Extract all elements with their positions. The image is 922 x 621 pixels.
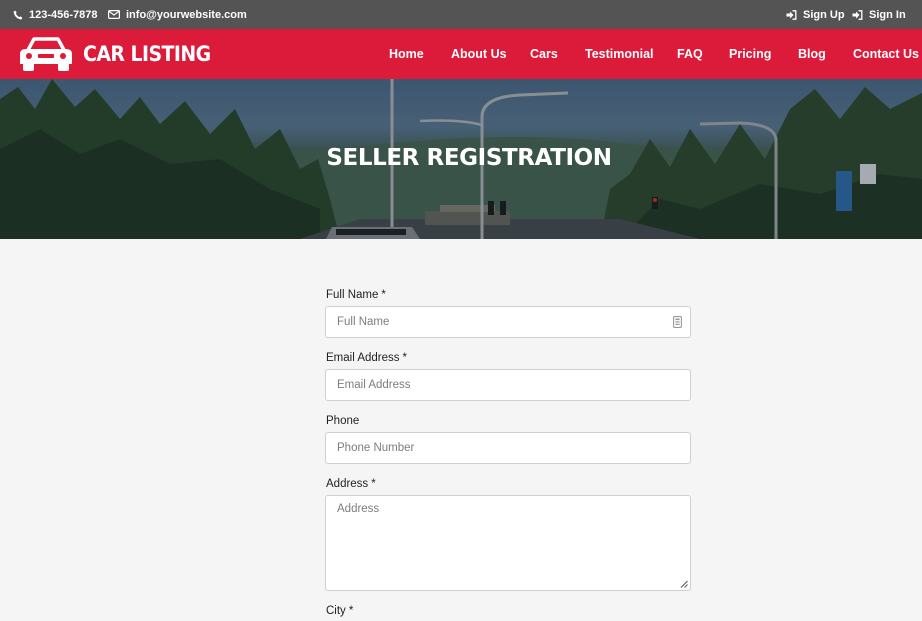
required-marker: * xyxy=(381,289,386,301)
sign-up-icon xyxy=(786,9,797,20)
required-marker: * xyxy=(371,478,376,490)
email-label: Email Address * xyxy=(326,352,407,364)
full-name-placeholder: Full Name xyxy=(337,316,390,328)
city-label: City * xyxy=(326,605,354,617)
full-name-input[interactable]: Full Name xyxy=(325,306,691,338)
email-input[interactable]: Email Address xyxy=(325,369,691,401)
nav-blog[interactable]: Blog xyxy=(798,29,826,79)
phone-placeholder: Phone Number xyxy=(337,442,415,454)
sign-up-link[interactable]: Sign Up xyxy=(786,0,845,29)
brand-logo[interactable]: CAR LISTING xyxy=(16,29,225,79)
email-placeholder: Email Address xyxy=(337,379,411,391)
sign-in-label: Sign In xyxy=(869,8,906,21)
nav-pricing[interactable]: Pricing xyxy=(729,29,771,79)
car-icon xyxy=(20,37,72,71)
top-bar: 123-456-7878 info@yourwebsite.com Sign U… xyxy=(0,0,922,29)
phone-number: 123-456-7878 xyxy=(29,8,98,21)
resize-handle-icon[interactable] xyxy=(680,580,688,588)
address-placeholder: Address xyxy=(337,503,380,515)
hero-banner: SELLER REGISTRATION xyxy=(0,79,922,239)
full-name-label: Full Name * xyxy=(326,289,386,301)
sign-in-link[interactable]: Sign In xyxy=(852,0,906,29)
brand-name: CAR LISTING xyxy=(83,42,211,66)
nav-testimonial[interactable]: Testimonial xyxy=(585,29,654,79)
nav-home[interactable]: Home xyxy=(389,29,424,79)
email-address: info@yourwebsite.com xyxy=(126,8,247,21)
nav-about-us[interactable]: About Us xyxy=(451,29,507,79)
phone-input[interactable]: Phone Number xyxy=(325,432,691,464)
main-navbar: CAR LISTING Home About Us Cars Testimoni… xyxy=(0,29,922,79)
contact-phone[interactable]: 123-456-7878 xyxy=(13,0,98,29)
nav-faq[interactable]: FAQ xyxy=(677,29,703,79)
page-title: SELLER REGISTRATION xyxy=(326,145,612,171)
address-textarea[interactable]: Address xyxy=(325,495,691,591)
phone-icon xyxy=(13,10,23,19)
contact-email[interactable]: info@yourwebsite.com xyxy=(108,0,247,29)
nav-contact-us[interactable]: Contact Us xyxy=(853,29,919,79)
required-marker: * xyxy=(402,352,407,364)
nav-cars[interactable]: Cars xyxy=(530,29,558,79)
address-label: Address * xyxy=(326,478,376,490)
required-marker: * xyxy=(348,605,354,617)
autofill-contact-icon[interactable] xyxy=(673,316,682,328)
envelope-icon xyxy=(108,10,120,19)
phone-label: Phone xyxy=(326,415,360,427)
sign-in-icon xyxy=(852,9,863,20)
sign-up-label: Sign Up xyxy=(803,8,845,21)
